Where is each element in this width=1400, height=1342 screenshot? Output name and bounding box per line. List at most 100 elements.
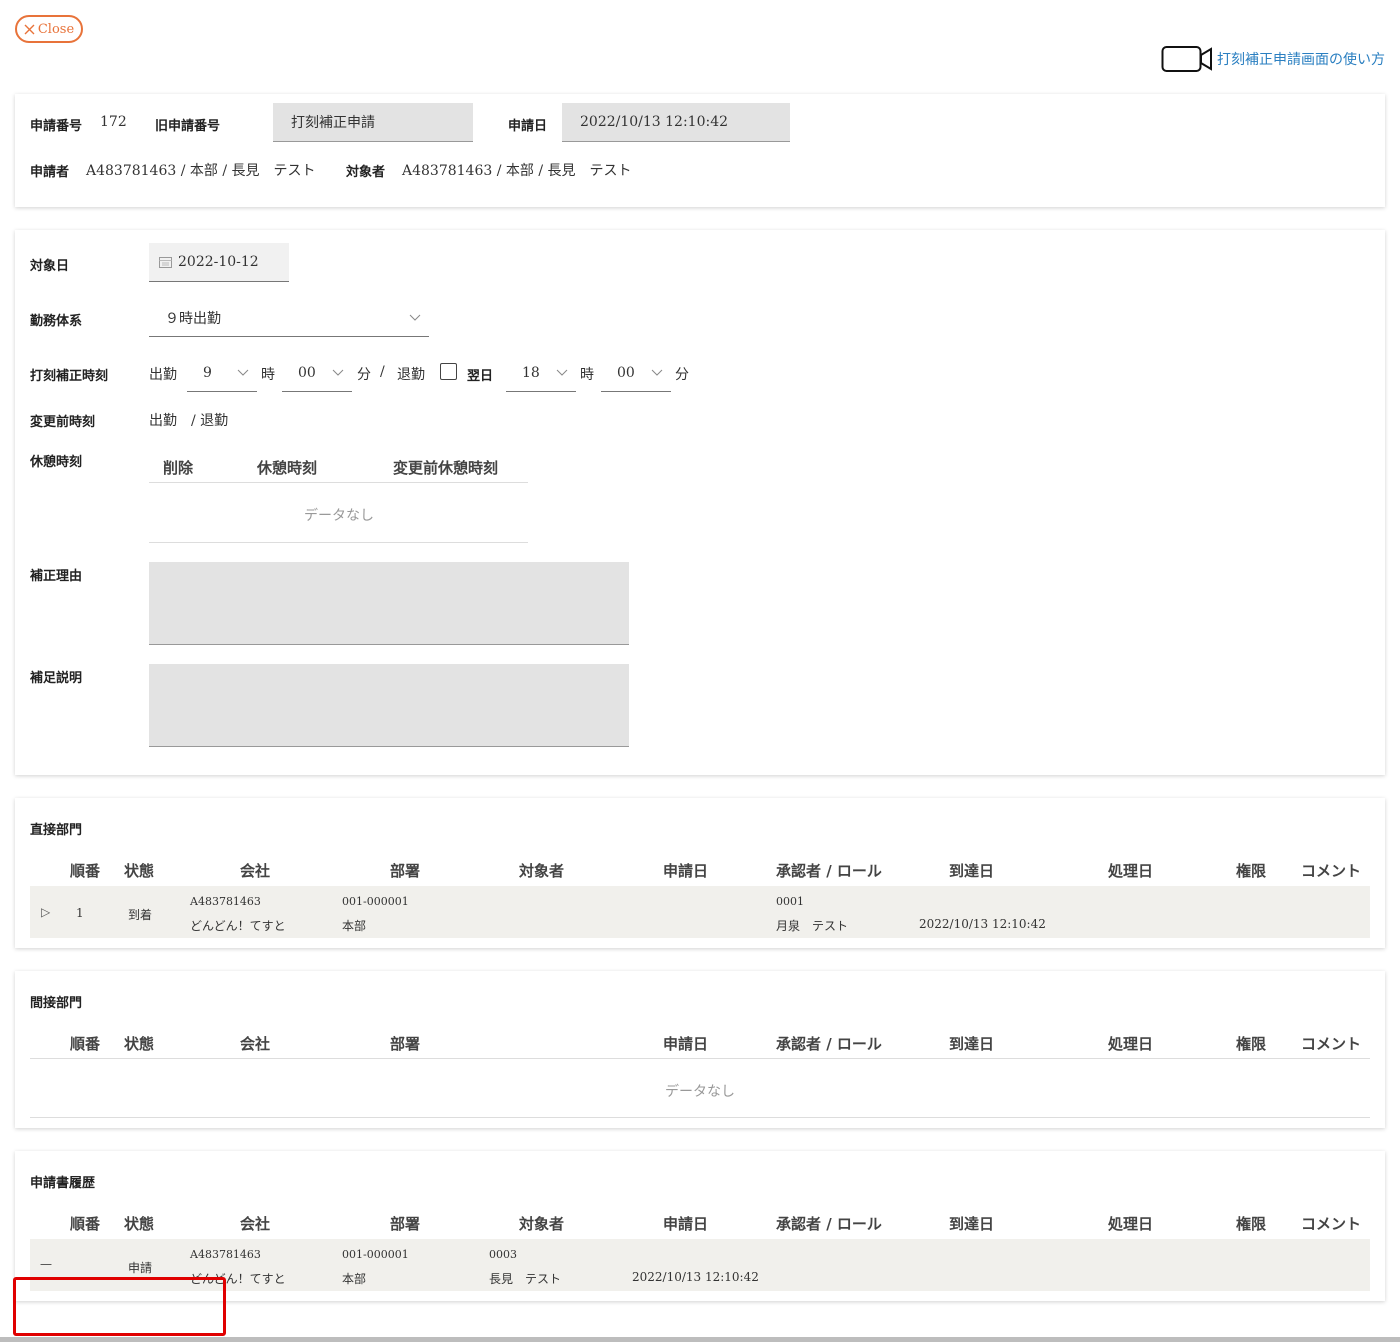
break-col-delete: 削除 xyxy=(163,459,194,477)
indirect-title: 間接部門 xyxy=(30,996,83,1011)
col-app-date: 申請日 xyxy=(663,1215,709,1233)
row-company-code: A483781463 xyxy=(190,895,261,908)
calendar-icon xyxy=(159,257,172,268)
hour-unit: 時 xyxy=(261,367,275,383)
old-app-no-value: 打刻補正申請 xyxy=(291,115,375,131)
hour-unit: 時 xyxy=(580,367,594,383)
old-app-no-label: 旧申請番号 xyxy=(155,119,221,134)
break-time-label: 休憩時刻 xyxy=(30,455,83,470)
app-date-label: 申請日 xyxy=(508,119,548,134)
direct-title: 直接部門 xyxy=(30,823,83,838)
col-status: 状態 xyxy=(124,1035,155,1053)
col-company: 会社 xyxy=(240,1035,271,1053)
app-no-value: 172 xyxy=(100,114,127,130)
applicant-value: A483781463 / 本部 / 長見 テスト xyxy=(86,163,316,179)
divider xyxy=(30,1058,1370,1059)
applicant-label: 申請者 xyxy=(30,165,70,180)
row-target-name: 長見 テスト xyxy=(489,1272,562,1286)
target-label: 対象者 xyxy=(346,165,386,180)
help-video-link[interactable]: 打刻補正申請画面の使い方 xyxy=(1161,45,1385,73)
video-camera-icon xyxy=(1161,46,1212,72)
col-processed: 処理日 xyxy=(1108,1035,1154,1053)
col-order: 順番 xyxy=(70,1215,101,1233)
chevron-down-icon xyxy=(651,369,663,376)
col-comment: コメント xyxy=(1301,1035,1362,1053)
next-day-checkbox[interactable] xyxy=(440,363,457,380)
highlight-box xyxy=(13,1277,226,1336)
break-col-time: 休憩時刻 xyxy=(257,459,318,477)
target-value: A483781463 / 本部 / 長見 テスト xyxy=(402,163,632,179)
col-target: 対象者 xyxy=(519,1215,565,1233)
row-status: 申請 xyxy=(128,1261,153,1275)
row-arrival-date: 2022/10/13 12:10:42 xyxy=(919,917,1046,931)
expand-icon[interactable]: ▷ xyxy=(41,905,50,919)
in-hour-value: 9 xyxy=(203,364,212,381)
col-dept: 部署 xyxy=(390,1215,421,1233)
chevron-down-icon xyxy=(409,314,421,321)
row-app-date: 2022/10/13 12:10:42 xyxy=(632,1270,759,1284)
close-button[interactable]: Close xyxy=(15,15,83,43)
col-comment: コメント xyxy=(1301,862,1362,880)
chevron-down-icon xyxy=(556,369,568,376)
form-card: 対象日 2022-10-12 勤務体系 ９時出勤 打刻補正時刻 出勤 9 時 0… xyxy=(15,230,1385,775)
work-select[interactable]: ９時出勤 xyxy=(149,299,429,337)
indirect-nodata: データなし xyxy=(665,1084,735,1100)
col-order: 順番 xyxy=(70,862,101,880)
col-order: 順番 xyxy=(70,1035,101,1053)
date-value: 2022-10-12 xyxy=(178,254,259,270)
break-nodata: データなし xyxy=(304,508,374,524)
col-app-date: 申請日 xyxy=(663,862,709,880)
row-order: — xyxy=(40,1257,52,1271)
row-dept-code: 001-000001 xyxy=(342,895,409,908)
header-card: 申請番号 172 旧申請番号 打刻補正申請 申請日 2022/10/13 12:… xyxy=(15,94,1385,207)
date-picker[interactable]: 2022-10-12 xyxy=(149,243,289,282)
break-col-before: 変更前休憩時刻 xyxy=(393,459,499,477)
minute-unit: 分 xyxy=(675,367,689,383)
col-processed: 処理日 xyxy=(1108,862,1154,880)
col-authority: 権限 xyxy=(1236,1215,1267,1233)
out-hour-select[interactable]: 18 xyxy=(506,354,576,392)
close-label: Close xyxy=(37,21,75,37)
in-label: 出勤 xyxy=(149,367,177,383)
col-processed: 処理日 xyxy=(1108,1215,1154,1233)
col-company: 会社 xyxy=(240,1215,271,1233)
out-minute-select[interactable]: 00 xyxy=(601,354,671,392)
row-status: 到着 xyxy=(128,908,153,922)
work-label: 勤務体系 xyxy=(30,314,83,329)
row-order: 1 xyxy=(76,906,84,920)
app-no-label: 申請番号 xyxy=(30,119,83,134)
in-minute-select[interactable]: 00 xyxy=(282,354,352,392)
old-app-no-field: 打刻補正申請 xyxy=(273,103,473,142)
separator-slash: / xyxy=(380,364,385,380)
col-authority: 権限 xyxy=(1236,1035,1267,1053)
row-company-name: どんどん！てすと xyxy=(190,919,286,933)
in-hour-select[interactable]: 9 xyxy=(187,354,257,392)
direct-dept-card: 直接部門 順番 状態 会社 部署 対象者 申請日 承認者 / ロール 到達日 処… xyxy=(15,798,1385,948)
divider xyxy=(149,482,528,483)
col-app-date: 申請日 xyxy=(663,1035,709,1053)
reason-label: 補正理由 xyxy=(30,569,83,584)
out-minute-value: 00 xyxy=(617,364,635,381)
col-dept: 部署 xyxy=(390,1035,421,1053)
in-minute-value: 00 xyxy=(298,364,316,381)
horizontal-scrollbar[interactable] xyxy=(0,1337,1400,1342)
help-link-label: 打刻補正申請画面の使い方 xyxy=(1217,52,1385,68)
row-dept-code: 001-000001 xyxy=(342,1248,409,1261)
out-label: 退勤 xyxy=(397,367,425,383)
col-dept: 部署 xyxy=(390,862,421,880)
indirect-dept-card: 間接部門 順番 状態 会社 部署 申請日 承認者 / ロール 到達日 処理日 権… xyxy=(15,971,1385,1128)
col-authority: 権限 xyxy=(1236,862,1267,880)
col-status: 状態 xyxy=(124,862,155,880)
chevron-down-icon xyxy=(237,369,249,376)
reason-textarea[interactable] xyxy=(149,562,629,645)
col-status: 状態 xyxy=(124,1215,155,1233)
col-target: 対象者 xyxy=(519,862,565,880)
before-time-value: 出勤 / 退勤 xyxy=(149,413,229,429)
before-time-label: 変更前時刻 xyxy=(30,415,96,430)
close-icon xyxy=(24,24,35,34)
note-textarea[interactable] xyxy=(149,664,629,747)
col-comment: コメント xyxy=(1301,1215,1362,1233)
col-arrival: 到達日 xyxy=(949,862,995,880)
row-approver-name: 月泉 テスト xyxy=(776,919,849,933)
col-arrival: 到達日 xyxy=(949,1035,995,1053)
